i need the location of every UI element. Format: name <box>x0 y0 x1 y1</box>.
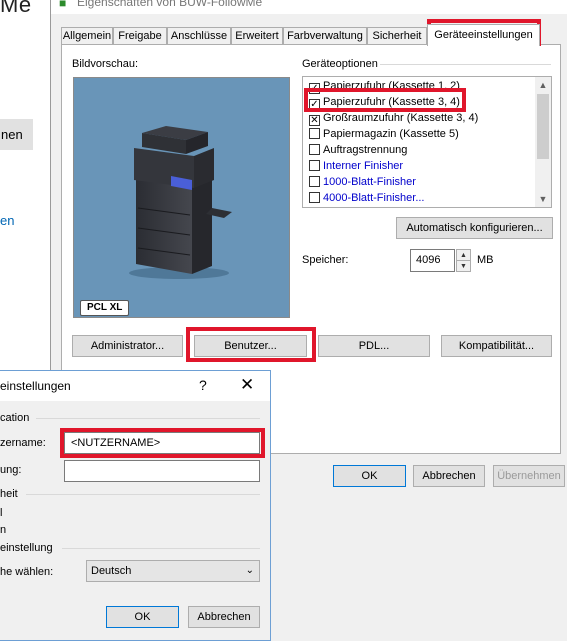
user-cancel-button[interactable]: Abbrechen <box>188 606 260 628</box>
background-title: Me <box>0 0 32 17</box>
auth-section-line <box>36 418 260 419</box>
scroll-up-icon[interactable]: ▲ <box>535 77 551 93</box>
preview-label: Bildvorschau: <box>72 58 139 70</box>
spin-down-icon[interactable]: ▼ <box>457 261 470 272</box>
language-label: he wählen: <box>0 566 54 578</box>
close-icon[interactable]: ✕ <box>240 375 254 395</box>
checkbox-unchecked-icon[interactable] <box>309 144 320 155</box>
checkbox-checked-icon[interactable]: ✓ <box>309 99 320 110</box>
options-label: Geräteoptionen <box>302 58 378 70</box>
checkbox-unchecked-icon[interactable] <box>309 128 320 139</box>
option-kassette-3-4[interactable]: ✓ Papierzufuhr (Kassette 3, 4) <box>309 95 460 110</box>
device-preview-image: PCL XL <box>73 77 290 318</box>
help-icon[interactable]: ? <box>199 377 207 393</box>
scroll-thumb[interactable] <box>537 94 549 159</box>
user-ok-button[interactable]: OK <box>106 606 179 628</box>
memory-label: Speicher: <box>302 254 349 266</box>
username-label: zername: <box>0 437 46 449</box>
unit-section-line <box>26 494 260 495</box>
checkbox-unchecked-icon[interactable] <box>309 176 320 187</box>
pcl-badge: PCL XL <box>80 300 130 316</box>
scroll-down-icon[interactable]: ▼ <box>535 191 551 207</box>
option-4000-blatt-finisher[interactable]: 4000-Blatt-Finisher... <box>309 191 425 206</box>
memory-unit: MB <box>477 254 494 266</box>
auto-configure-button[interactable]: Automatisch konfigurieren... <box>396 217 553 239</box>
checkbox-unchecked-icon[interactable] <box>309 192 320 203</box>
dialog-title: Eigenschaften von BUW-FollowMe <box>77 0 263 9</box>
username-field[interactable]: <NUTZERNAME> <box>64 432 260 454</box>
compatibility-button[interactable]: Kompatibilität... <box>441 335 552 357</box>
options-scrollbar[interactable]: ▲ ▼ <box>535 77 551 207</box>
option-grossraumzufuhr[interactable]: ✕ Großraumzufuhr (Kassette 3, 4) <box>309 111 478 126</box>
ok-button[interactable]: OK <box>333 465 406 487</box>
option-auftragstrennung[interactable]: Auftragstrennung <box>309 143 407 158</box>
option-1000-blatt-finisher[interactable]: 1000-Blatt-Finisher <box>309 175 416 190</box>
options-group-line <box>380 64 551 65</box>
auth-section-label: cation <box>0 412 30 424</box>
title-bar: ■ Eigenschaften von BUW-FollowMe <box>51 0 567 14</box>
language-select-value: Deutsch <box>91 565 132 577</box>
tab-geraeteeinstellungen[interactable]: Geräteeinstellungen <box>427 24 540 46</box>
device-options-list[interactable]: ✓ Papierzufuhr (Kassette 1, 2) ✓ Papierzuf… <box>302 76 552 208</box>
option-kassette-1-2[interactable]: ✓ Papierzufuhr (Kassette 1, 2) <box>309 79 460 94</box>
option-interner-finisher[interactable]: Interner Finisher <box>309 159 403 174</box>
language-section-line <box>62 548 260 549</box>
option-papiermagazin[interactable]: Papiermagazin (Kassette 5) <box>309 127 459 142</box>
administrator-button[interactable]: Administrator... <box>72 335 183 357</box>
memory-spinner[interactable]: ▲ ▼ <box>456 249 471 272</box>
password-field[interactable] <box>64 460 260 482</box>
user-dialog-title-bar: einstellungen ? ✕ <box>0 371 270 401</box>
user-settings-dialog: einstellungen ? ✕ <box>0 370 271 641</box>
checkbox-unchecked-icon[interactable] <box>309 160 320 171</box>
unit-fragment-2: n <box>0 524 7 536</box>
password-label: ung: <box>0 464 22 476</box>
copier-illustration <box>129 126 232 279</box>
language-select[interactable]: Deutsch ⌄ <box>86 560 260 582</box>
printer-icon: ■ <box>59 0 67 10</box>
checkbox-x-icon[interactable]: ✕ <box>309 115 320 126</box>
tab-strip: Allgemein Freigabe Anschlüsse Erweitert … <box>61 24 561 46</box>
background-link[interactable]: en <box>0 213 14 228</box>
checkbox-checked-icon[interactable]: ✓ <box>309 83 320 94</box>
memory-input[interactable]: 4096 <box>410 249 455 272</box>
chevron-down-icon: ⌄ <box>245 565 254 576</box>
cancel-button[interactable]: Abbrechen <box>413 465 485 487</box>
spin-up-icon[interactable]: ▲ <box>457 250 470 261</box>
background-button[interactable]: nen <box>0 119 33 150</box>
language-section-label: einstellung <box>0 542 53 554</box>
unit-fragment-1: l <box>0 507 3 519</box>
unit-section-label: heit <box>0 488 18 500</box>
user-button[interactable]: Benutzer... <box>194 335 307 357</box>
apply-button[interactable]: Übernehmen <box>493 465 565 487</box>
user-dialog-title: einstellungen <box>0 379 71 393</box>
pdl-button[interactable]: PDL... <box>318 335 430 357</box>
